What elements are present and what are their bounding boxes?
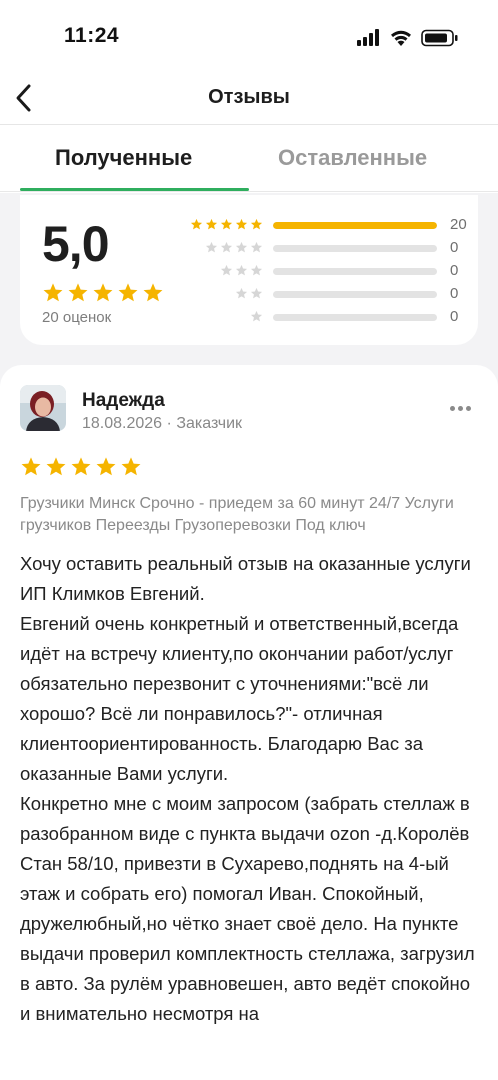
battery-icon xyxy=(421,29,458,47)
more-dots-icon xyxy=(458,405,463,411)
star-icon xyxy=(250,218,263,230)
ratings-count: 20 оценок xyxy=(42,309,112,326)
star-icon xyxy=(121,457,141,476)
star-icon xyxy=(143,283,163,302)
star-icon xyxy=(21,457,41,476)
star-icon xyxy=(205,241,218,253)
page-title: Отзывы xyxy=(208,86,290,108)
star-icon xyxy=(235,218,248,230)
distribution-row-5: 20 xyxy=(188,215,478,237)
status-time: 11:24 xyxy=(64,24,120,47)
meta-separator: · xyxy=(166,415,177,432)
star-icon xyxy=(71,457,91,476)
review-card: Надежда 18.08.2026 · Заказчик Грузчики М… xyxy=(0,365,498,1080)
distribution-row-1: 0 xyxy=(188,307,478,329)
wifi-icon xyxy=(391,30,411,46)
distribution-bar xyxy=(273,222,437,229)
more-dots-icon xyxy=(466,405,471,411)
status-bar: 11:24 xyxy=(0,0,498,74)
star-icon xyxy=(220,241,233,253)
avatar[interactable] xyxy=(20,385,66,431)
signal-icon xyxy=(357,29,379,46)
star-icon xyxy=(220,218,233,230)
star-icon xyxy=(205,218,218,230)
star-icon xyxy=(235,287,248,299)
distribution-count: 20 xyxy=(450,216,467,233)
star-icon xyxy=(235,264,248,276)
active-tab-indicator xyxy=(20,188,249,191)
distribution-count: 0 xyxy=(450,308,459,325)
star-icon xyxy=(250,287,263,299)
rating-summary-card: 5,0 20 оценок 20 0 0 0 0 xyxy=(20,195,478,345)
star-icon xyxy=(46,457,66,476)
distribution-bar-fill xyxy=(273,222,437,229)
star-icon xyxy=(96,457,116,476)
star-icon xyxy=(190,218,203,230)
review-stars xyxy=(20,456,142,478)
average-stars xyxy=(42,282,164,304)
review-tabs: Полученные Оставленные xyxy=(0,125,498,193)
distribution-row-4: 0 xyxy=(188,238,478,260)
distribution-bar xyxy=(273,268,437,275)
star-icon xyxy=(250,241,263,253)
status-icons xyxy=(355,27,465,49)
review-meta: 18.08.2026 · Заказчик xyxy=(82,415,242,433)
review-date: 18.08.2026 xyxy=(82,415,163,432)
star-icon xyxy=(250,310,263,322)
distribution-stars xyxy=(205,241,263,254)
distribution-count: 0 xyxy=(450,262,459,279)
tab-left[interactable]: Оставленные xyxy=(278,145,427,171)
star-icon xyxy=(250,264,263,276)
top-app-bar: Отзывы xyxy=(0,74,498,125)
star-icon xyxy=(68,283,88,302)
more-dots-icon xyxy=(450,405,455,411)
distribution-stars xyxy=(235,287,263,300)
star-icon xyxy=(220,264,233,276)
distribution-count: 0 xyxy=(450,239,459,256)
distribution-row-2: 0 xyxy=(188,284,478,306)
more-options-button[interactable] xyxy=(450,401,476,415)
star-icon xyxy=(118,283,138,302)
average-rating: 5,0 xyxy=(42,216,110,272)
reviewer-name[interactable]: Надежда xyxy=(82,390,165,412)
review-text: Хочу оставить реальный отзыв на оказанны… xyxy=(20,553,475,1024)
distribution-stars xyxy=(190,218,263,231)
star-icon xyxy=(93,283,113,302)
distribution-bar xyxy=(273,291,437,298)
distribution-bar xyxy=(273,245,437,252)
tabs-divider xyxy=(0,191,498,192)
service-name[interactable]: Грузчики Минск Срочно - приедем за 60 ми… xyxy=(20,493,490,537)
tab-received[interactable]: Полученные xyxy=(55,145,192,171)
distribution-row-3: 0 xyxy=(188,261,478,283)
star-icon xyxy=(43,283,63,302)
distribution-count: 0 xyxy=(450,285,459,302)
distribution-stars xyxy=(220,264,263,277)
distribution-stars xyxy=(250,310,263,323)
distribution-bar xyxy=(273,314,437,321)
star-icon xyxy=(235,241,248,253)
reviewer-role: Заказчик xyxy=(176,415,243,432)
